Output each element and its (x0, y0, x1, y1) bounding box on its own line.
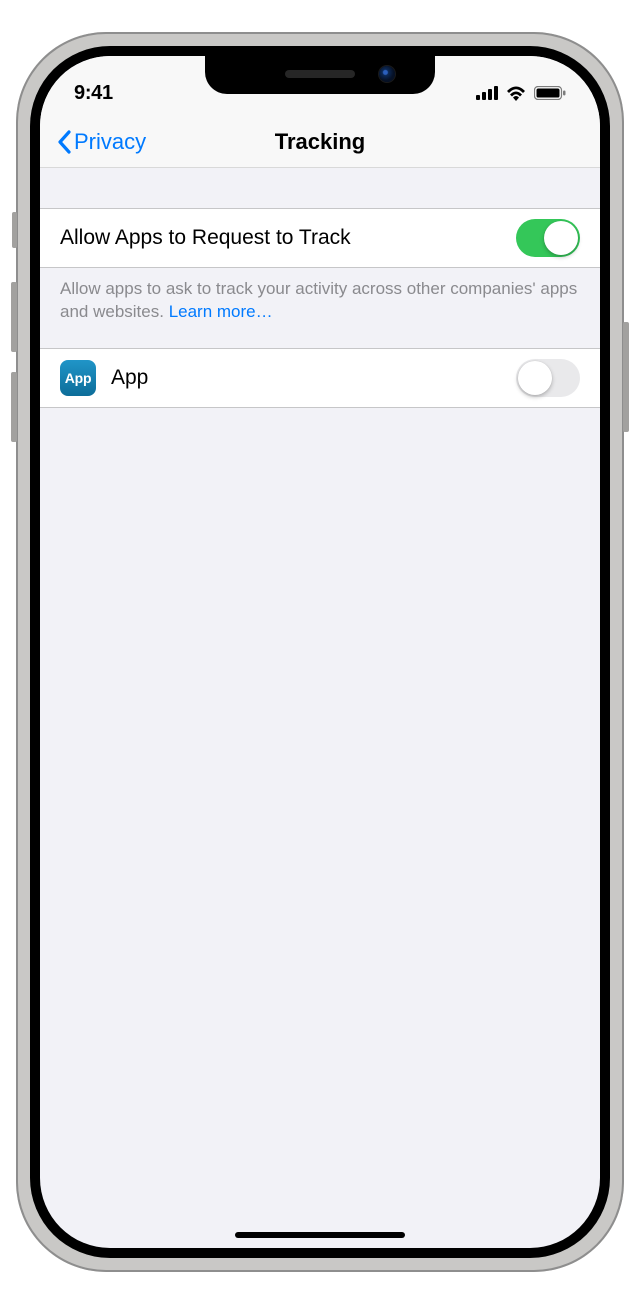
chevron-left-icon (56, 130, 72, 154)
volume-up-button (11, 282, 17, 352)
toggle-knob (518, 361, 552, 395)
allow-tracking-label: Allow Apps to Request to Track (60, 226, 516, 250)
front-camera-icon (379, 66, 395, 82)
speaker-grille (285, 70, 355, 78)
settings-content: Allow Apps to Request to Track Allow app… (40, 168, 600, 408)
allow-tracking-toggle[interactable] (516, 219, 580, 257)
app-tracking-row: App App (40, 348, 600, 408)
footer-text: Allow apps to ask to track your activity… (60, 279, 577, 321)
cellular-signal-icon (476, 86, 498, 100)
app-tracking-toggle[interactable] (516, 359, 580, 397)
power-button (623, 322, 629, 432)
mute-switch (12, 212, 17, 248)
screen: 9:41 (40, 56, 600, 1248)
status-indicators (476, 85, 566, 101)
allow-tracking-footer: Allow apps to ask to track your activity… (40, 268, 600, 348)
app-icon: App (60, 360, 96, 396)
battery-icon (534, 86, 566, 100)
status-time: 9:41 (74, 82, 113, 105)
allow-tracking-row: Allow Apps to Request to Track (40, 208, 600, 268)
navigation-bar: Privacy Tracking (40, 116, 600, 168)
back-button[interactable]: Privacy (50, 116, 152, 167)
page-title: Tracking (275, 129, 365, 155)
wifi-icon (505, 85, 527, 101)
home-indicator[interactable] (235, 1232, 405, 1238)
app-name-label: App (111, 366, 516, 390)
volume-down-button (11, 372, 17, 442)
toggle-knob (544, 221, 578, 255)
back-label: Privacy (74, 129, 146, 155)
learn-more-link[interactable]: Learn more… (169, 302, 273, 321)
device-frame: 9:41 (16, 32, 624, 1272)
notch (205, 56, 435, 94)
